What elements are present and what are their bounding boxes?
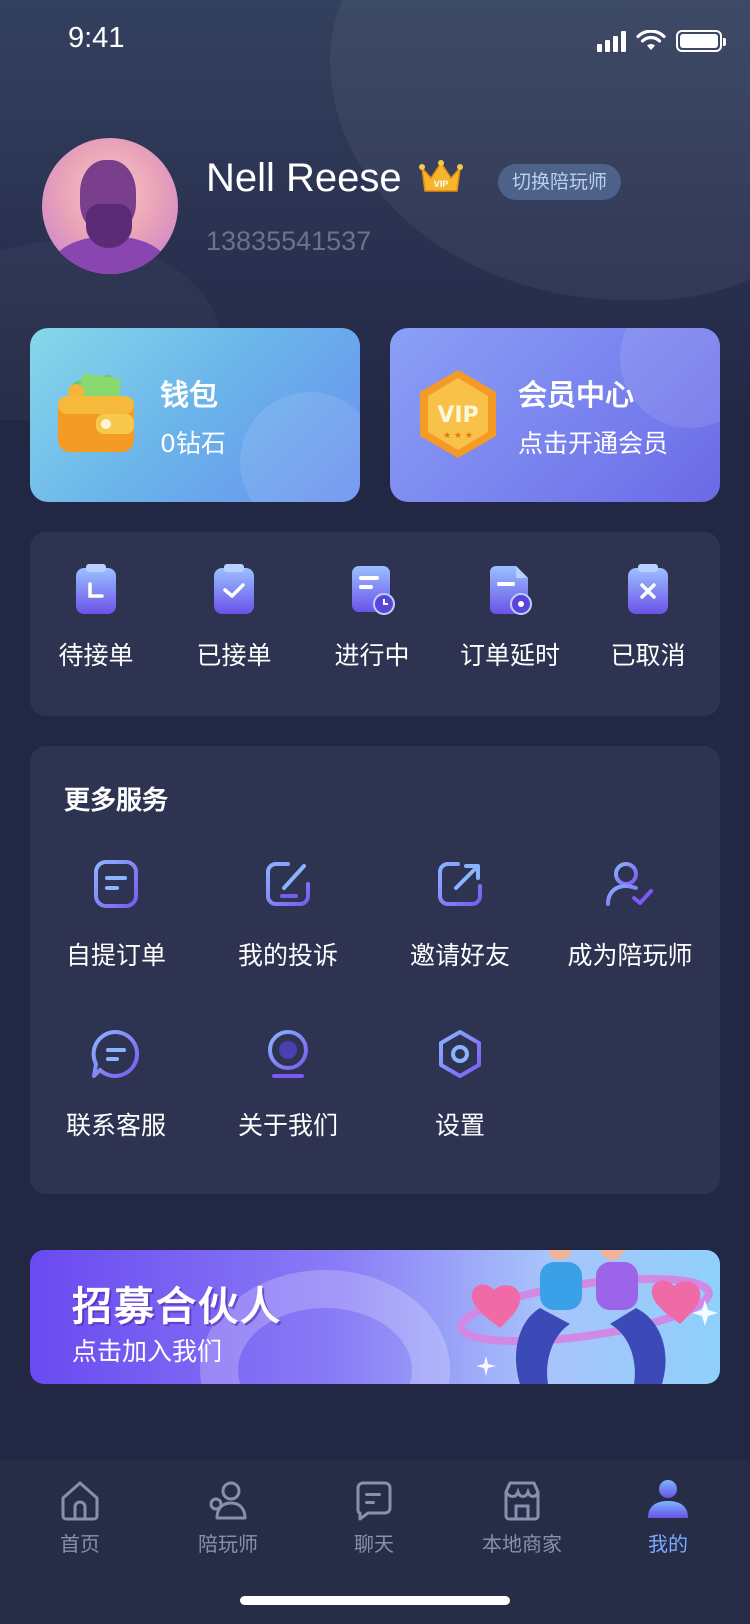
service-label: 联系客服 — [65, 1111, 166, 1140]
wallet-title: 钱包 — [160, 378, 219, 412]
service-contact-support[interactable]: 联系客服 — [36, 1028, 196, 1142]
more-services-panel: 更多服务 自提订单 我的投诉 邀请好友 成为陪玩师 联系客服 关于我们 设置 — [30, 746, 720, 1194]
document-progress-icon — [352, 566, 395, 615]
service-pickup-order[interactable]: 自提订单 — [36, 858, 196, 972]
service-label: 我的投诉 — [237, 941, 338, 970]
vip-badge-icon: VIP ★ ★ ★ — [420, 370, 496, 458]
chat-icon — [356, 1481, 392, 1521]
vip-badge-text: VIP — [437, 403, 478, 428]
user-phone: 13835541537 — [206, 226, 372, 256]
banner-subtitle: 点击加入我们 — [72, 1337, 223, 1366]
tab-local-merchants[interactable]: 本地商家 — [452, 1478, 592, 1557]
share-icon — [438, 862, 482, 906]
partners-illustration — [457, 1250, 718, 1384]
clipboard-clock-icon — [76, 564, 116, 614]
svg-text:★ ★ ★: ★ ★ ★ — [443, 431, 473, 441]
service-label: 邀请好友 — [409, 941, 510, 970]
tab-label: 我的 — [648, 1532, 688, 1556]
order-cancelled[interactable]: 已取消 — [584, 562, 712, 672]
order-list-icon — [94, 860, 138, 908]
service-label: 自提订单 — [65, 941, 166, 970]
wallet-balance: 0钻石 — [160, 429, 226, 458]
tab-label: 陪玩师 — [198, 1532, 258, 1556]
service-label: 成为陪玩师 — [567, 941, 693, 970]
crown-icon: VIP — [419, 160, 463, 192]
status-time: 9:41 — [68, 22, 125, 54]
document-timer-icon — [490, 566, 532, 615]
store-icon — [504, 1481, 540, 1521]
card-decoration — [240, 392, 360, 502]
hexagon-settings-icon — [439, 1030, 481, 1078]
order-in-progress[interactable]: 进行中 — [308, 562, 436, 672]
avatar[interactable] — [42, 138, 178, 274]
status-icons — [597, 30, 726, 52]
home-indicator[interactable] — [240, 1596, 510, 1605]
order-label: 已取消 — [610, 641, 686, 670]
tab-home[interactable]: 首页 — [10, 1478, 150, 1557]
users-icon — [209, 1481, 247, 1520]
service-invite-friends[interactable]: 邀请好友 — [380, 858, 540, 972]
signal-icon — [597, 30, 626, 52]
vip-title: 会员中心 — [518, 378, 635, 412]
order-label: 订单延时 — [459, 641, 560, 670]
wallet-icon — [58, 373, 134, 452]
profile-icon — [648, 1480, 688, 1518]
clipboard-check-icon — [214, 564, 254, 614]
vip-card[interactable]: VIP ★ ★ ★ 会员中心 点击开通会员 — [390, 328, 720, 502]
battery-icon — [676, 30, 726, 52]
tab-label: 首页 — [60, 1532, 100, 1556]
service-settings[interactable]: 设置 — [380, 1028, 540, 1142]
user-check-icon — [606, 862, 653, 906]
service-label: 关于我们 — [237, 1111, 338, 1140]
edit-icon — [266, 862, 310, 906]
vip-subtitle: 点击开通会员 — [518, 429, 669, 458]
tab-label: 本地商家 — [482, 1532, 562, 1556]
crown-badge-text: VIP — [434, 179, 449, 189]
recruit-partner-banner[interactable]: 招募合伙人 点击加入我们 — [30, 1250, 720, 1384]
order-delayed[interactable]: 订单延时 — [446, 562, 574, 672]
tab-profile[interactable]: 我的 — [598, 1478, 738, 1557]
tab-label: 聊天 — [354, 1532, 394, 1556]
service-complaints[interactable]: 我的投诉 — [208, 858, 368, 972]
tab-companions[interactable]: 陪玩师 — [158, 1478, 298, 1557]
order-label: 进行中 — [334, 641, 410, 670]
info-circle-icon — [268, 1030, 308, 1078]
wallet-card[interactable]: 钱包 0钻石 — [30, 328, 360, 502]
switch-companion-button[interactable]: 切换陪玩师 — [498, 164, 622, 200]
clipboard-cancel-icon — [628, 564, 668, 614]
order-accepted[interactable]: 已接单 — [170, 562, 298, 672]
service-label: 设置 — [434, 1111, 485, 1140]
service-about-us[interactable]: 关于我们 — [208, 1028, 368, 1142]
services-title: 更多服务 — [64, 786, 169, 816]
status-bar: 9:41 — [0, 0, 750, 80]
wifi-icon — [636, 30, 666, 50]
order-label: 已接单 — [196, 641, 272, 670]
banner-title: 招募合伙人 — [72, 1284, 282, 1330]
order-status-panel: 待接单 已接单 进行中 订单延时 已取消 — [30, 532, 720, 716]
order-pending[interactable]: 待接单 — [32, 562, 160, 672]
card-decoration — [620, 328, 720, 428]
service-become-companion[interactable]: 成为陪玩师 — [550, 858, 710, 972]
user-name: Nell Reese — [206, 156, 402, 200]
chat-bubble-icon — [91, 1029, 140, 1078]
home-icon — [61, 1481, 99, 1521]
tab-chat[interactable]: 聊天 — [304, 1478, 444, 1557]
order-label: 待接单 — [58, 641, 134, 670]
